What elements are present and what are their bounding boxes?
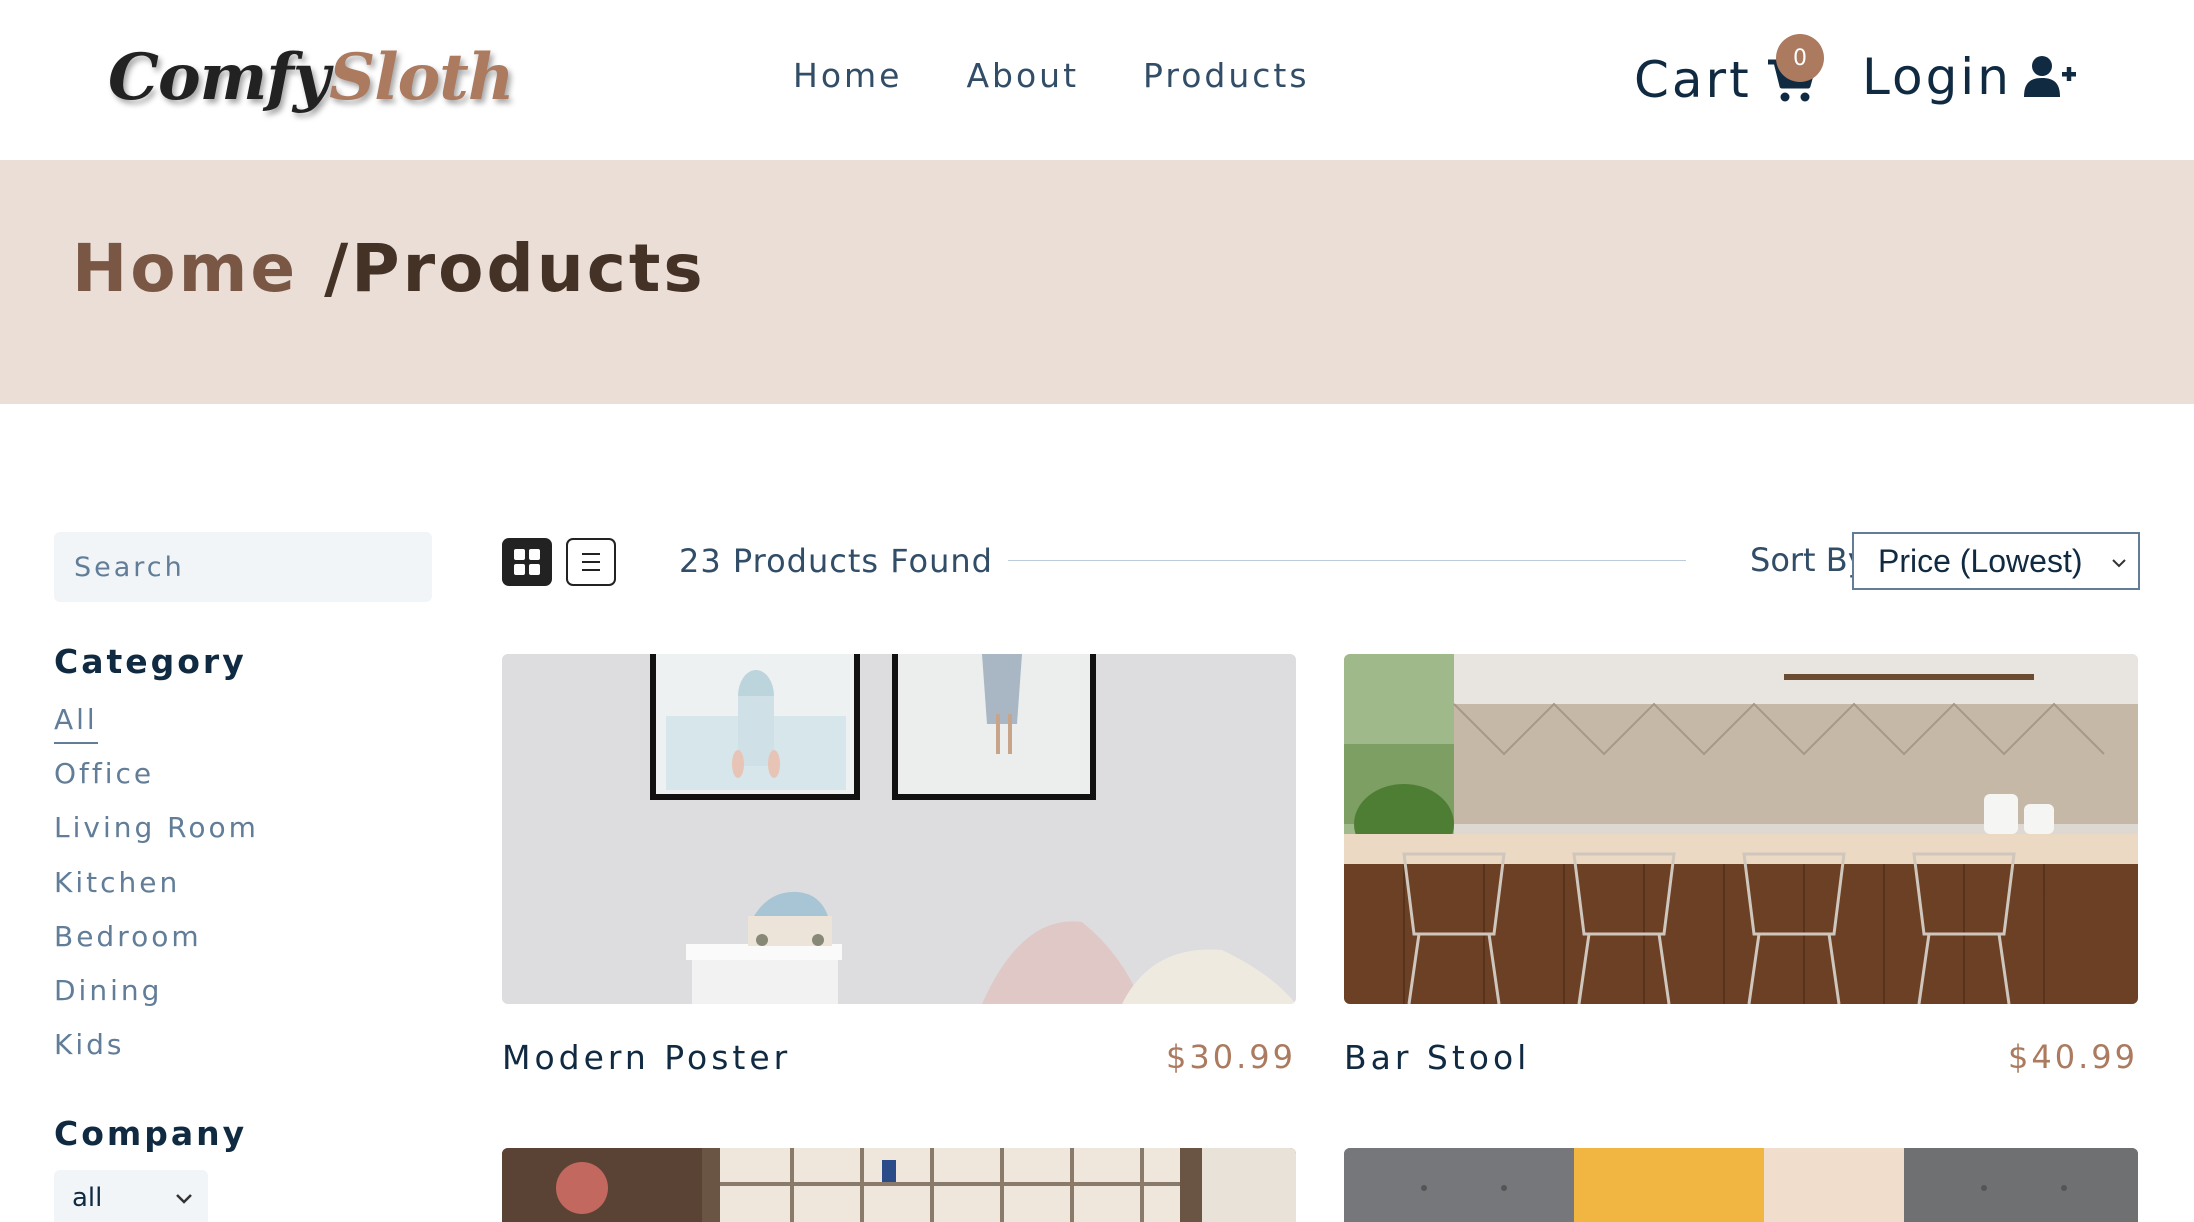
breadcrumb-current: /Products: [298, 230, 706, 307]
page-hero: Home /Products: [0, 160, 2194, 404]
nav-link-about[interactable]: About: [966, 56, 1079, 95]
nav-link-products[interactable]: Products: [1143, 56, 1310, 95]
nav-link-home[interactable]: Home: [793, 56, 902, 95]
sort-select[interactable]: Price (Lowest): [1852, 532, 2140, 590]
category-item-living-room[interactable]: Living Room: [54, 808, 259, 862]
category-item-bedroom[interactable]: Bedroom: [54, 917, 259, 971]
grid-view-icon: [514, 549, 540, 575]
logo-text-sloth: Sloth: [329, 39, 514, 115]
logo-text-comfy: Comfy: [108, 39, 330, 115]
category-item-all[interactable]: All: [54, 700, 259, 754]
product-image-modern-poster[interactable]: [502, 654, 1296, 1004]
breadcrumb: Home /Products: [72, 230, 706, 307]
category-item-kitchen[interactable]: Kitchen: [54, 863, 259, 917]
search-input[interactable]: [54, 532, 432, 602]
products-found-count: 23 Products Found: [679, 542, 993, 580]
user-plus-icon: [2023, 56, 2076, 97]
list-view-icon: [582, 553, 600, 571]
product-name: Modern Poster: [502, 1038, 792, 1077]
product-image-armchair[interactable]: [1344, 1148, 2138, 1222]
product-image-shelf[interactable]: [502, 1148, 1296, 1222]
product-name: Bar Stool: [1344, 1038, 1531, 1077]
cart-label: Cart: [1634, 51, 1752, 109]
cart-count-badge: 0: [1776, 34, 1824, 82]
company-select[interactable]: all: [54, 1170, 208, 1222]
category-item-dining[interactable]: Dining: [54, 971, 259, 1025]
navbar: Comfy Sloth Home About Products Cart 0 Lo…: [0, 0, 2194, 160]
chevron-down-icon: [2112, 559, 2126, 568]
list-view-button[interactable]: [566, 538, 616, 586]
sort-label: Sort By: [1750, 541, 1867, 579]
toolbar-divider: [1008, 560, 1686, 561]
company-select-value: all: [72, 1183, 103, 1213]
breadcrumb-home-link[interactable]: Home: [72, 230, 298, 307]
sort-select-value: Price (Lowest): [1878, 542, 2083, 579]
login-label: Login: [1862, 48, 2012, 106]
category-item-office[interactable]: Office: [54, 754, 259, 808]
product-price: $30.99: [1166, 1038, 1296, 1076]
nav-links: Home About Products: [793, 56, 1374, 95]
product-price: $40.99: [2008, 1038, 2138, 1076]
logo[interactable]: Comfy Sloth: [108, 22, 514, 132]
chevron-down-icon: [176, 1194, 192, 1204]
category-list: All Office Living Room Kitchen Bedroom D…: [54, 700, 259, 1079]
category-item-kids[interactable]: Kids: [54, 1025, 259, 1079]
login-button[interactable]: Login: [1862, 48, 2076, 106]
product-image-bar-stool[interactable]: [1344, 654, 2138, 1004]
company-heading: Company: [54, 1114, 248, 1153]
category-heading: Category: [54, 642, 247, 681]
grid-view-button[interactable]: [502, 538, 552, 586]
